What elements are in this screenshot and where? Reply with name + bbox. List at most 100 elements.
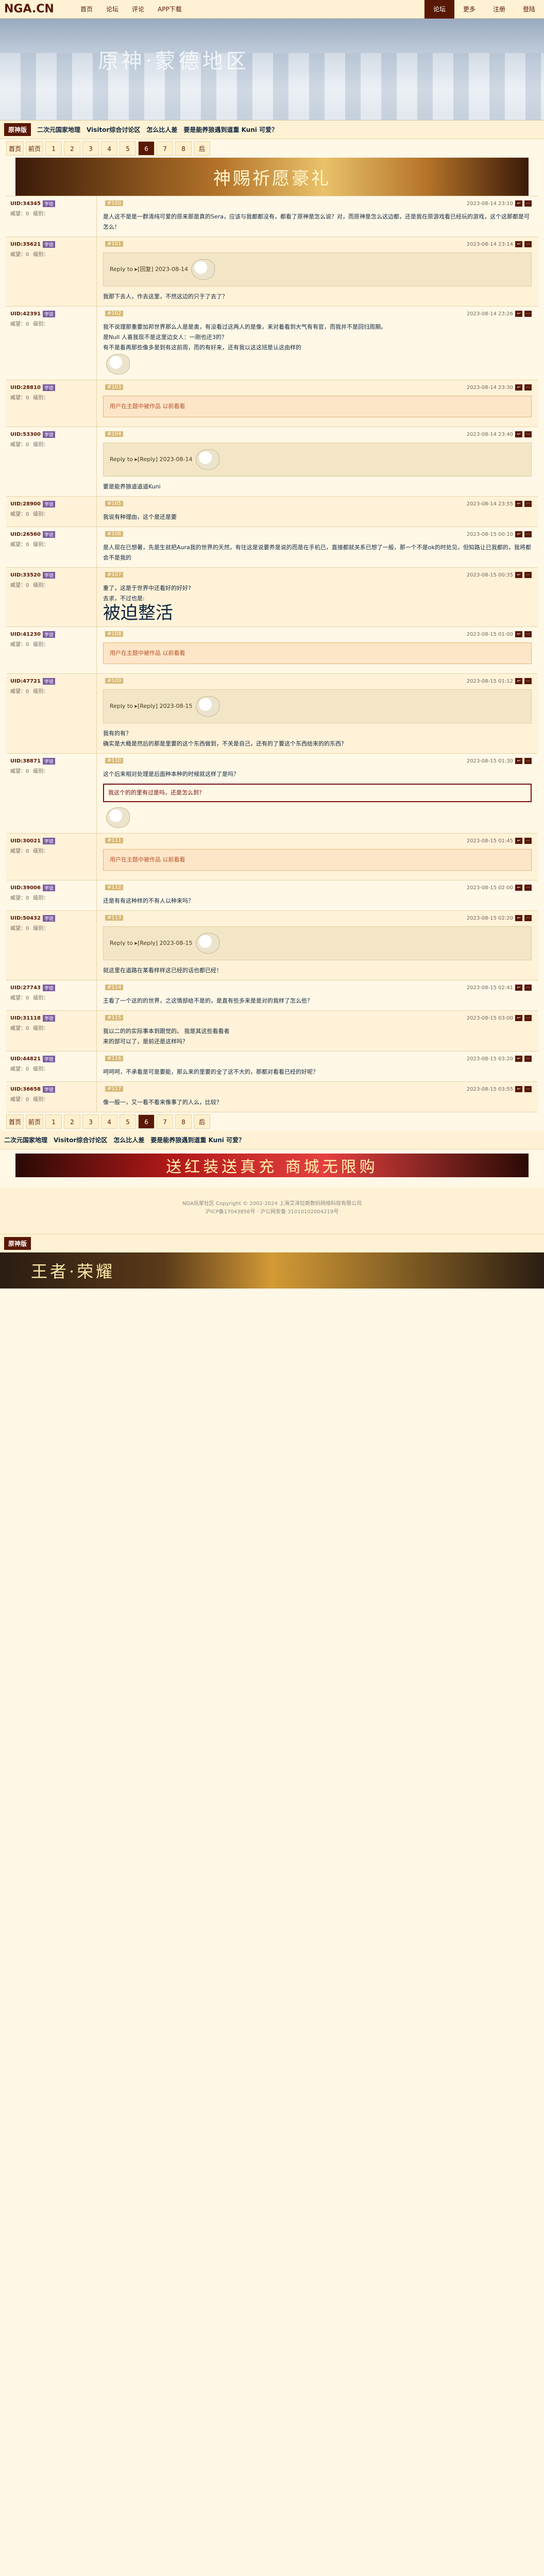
floor-number[interactable]: #101 [105,241,124,247]
page-7[interactable]: 7 [157,1114,174,1129]
page-5[interactable]: 5 [120,141,137,156]
page-prev[interactable]: 前页 [26,141,44,156]
board-badge-footer[interactable]: 原神版 [4,1237,31,1250]
user-id[interactable]: UID:34345 [10,201,41,207]
user-id[interactable]: UID:31118 [10,1015,41,1021]
page-2[interactable]: 2 [64,141,81,156]
page-prev[interactable]: 前页 [26,1114,44,1129]
page-6-current[interactable]: 6 [138,141,155,156]
reply-icon[interactable]: ↩ [515,241,522,247]
reply-icon[interactable]: ↩ [515,311,522,317]
more-icon[interactable]: ⋯ [524,1056,532,1062]
user-id[interactable]: UID:47721 [10,679,41,684]
crumb-link-3[interactable]: 怎么比人差 [113,1136,144,1144]
forum-tab[interactable]: 论坛 [424,0,454,19]
more-menu[interactable]: 更多 [454,0,484,19]
page-4[interactable]: 4 [101,1114,118,1129]
more-icon[interactable]: ⋯ [524,572,532,578]
login-link[interactable]: 登陆 [514,0,544,19]
floor-number[interactable]: #110 [105,758,124,764]
user-id[interactable]: UID:26560 [10,532,41,537]
page-3[interactable]: 3 [82,141,99,156]
more-icon[interactable]: ⋯ [524,838,532,844]
promo-banner[interactable]: 神赐祈愿豪礼 [15,158,529,196]
floor-number[interactable]: #105 [105,501,124,506]
more-icon[interactable]: ⋯ [524,241,532,247]
more-icon[interactable]: ⋯ [524,1015,532,1021]
user-id[interactable]: UID:42391 [10,311,41,317]
floor-number[interactable]: #108 [105,631,124,637]
floor-number[interactable]: #107 [105,572,124,578]
reply-icon[interactable]: ↩ [515,501,522,507]
more-icon[interactable]: ⋯ [524,200,532,207]
user-id[interactable]: UID:27743 [10,985,41,991]
nav-app-download-link[interactable]: APP下载 [158,5,182,13]
reply-icon[interactable]: ↩ [515,915,522,921]
floor-number[interactable]: #115 [105,1015,124,1021]
floor-number[interactable]: #113 [105,915,124,921]
reply-icon[interactable]: ↩ [515,985,522,991]
crumb-link-4[interactable]: 要是能养狼遇到道重 Kuni 可爱？ [183,125,278,134]
user-id[interactable]: UID:30021 [10,838,41,844]
more-icon[interactable]: ⋯ [524,678,532,684]
page-8[interactable]: 8 [175,1114,192,1129]
page-3[interactable]: 3 [82,1114,99,1129]
user-id[interactable]: UID:41230 [10,632,41,637]
floor-number[interactable]: #112 [105,885,124,890]
floor-number[interactable]: #109 [105,678,124,684]
crumb-link-3[interactable]: 怎么比人差 [146,125,177,134]
register-link[interactable]: 注册 [484,0,514,19]
floor-number[interactable]: #116 [105,1056,124,1061]
page-1[interactable]: 1 [45,141,62,156]
page-first[interactable]: 首页 [6,141,24,156]
more-icon[interactable]: ⋯ [524,885,532,891]
reply-icon[interactable]: ↩ [515,838,522,844]
page-first[interactable]: 首页 [6,1114,24,1129]
more-icon[interactable]: ⋯ [524,1086,532,1092]
user-id[interactable]: UID:36658 [10,1087,41,1092]
more-icon[interactable]: ⋯ [524,384,532,391]
more-icon[interactable]: ⋯ [524,501,532,507]
user-id[interactable]: UID:35621 [10,242,41,247]
floor-number[interactable]: #102 [105,311,124,316]
game-ad-banner[interactable]: 王者·荣耀 [0,1252,544,1289]
user-id[interactable]: UID:44821 [10,1056,41,1062]
more-icon[interactable]: ⋯ [524,431,532,437]
reply-icon[interactable]: ↩ [515,758,522,764]
floor-number[interactable]: #106 [105,531,124,537]
user-id[interactable]: UID:53300 [10,432,41,437]
user-id[interactable]: UID:38871 [10,758,41,764]
reply-icon[interactable]: ↩ [515,1056,522,1062]
user-id[interactable]: UID:39006 [10,885,41,891]
more-icon[interactable]: ⋯ [524,915,532,921]
reply-icon[interactable]: ↩ [515,885,522,891]
page-next[interactable]: 后 [194,141,211,156]
reply-icon[interactable]: ↩ [515,1086,522,1092]
page-6-current[interactable]: 6 [138,1114,155,1129]
reply-icon[interactable]: ↩ [515,531,522,537]
more-icon[interactable]: ⋯ [524,531,532,537]
reply-icon[interactable]: ↩ [515,431,522,437]
page-next[interactable]: 后 [194,1114,211,1129]
board-badge[interactable]: 原神版 [4,123,31,136]
nav-forum-link[interactable]: 论坛 [106,5,118,13]
crumb-link-1[interactable]: 二次元国家地理 [37,125,80,134]
page-2[interactable]: 2 [64,1114,81,1129]
reply-icon[interactable]: ↩ [515,631,522,637]
footer-promo-banner[interactable]: 送红装送真充 商城无限购 [15,1154,529,1177]
floor-number[interactable]: #103 [105,384,124,390]
page-8[interactable]: 8 [175,141,192,156]
more-icon[interactable]: ⋯ [524,985,532,991]
reply-icon[interactable]: ↩ [515,572,522,578]
floor-number[interactable]: #117 [105,1086,124,1092]
floor-number[interactable]: #111 [105,838,124,843]
page-1[interactable]: 1 [45,1114,62,1129]
floor-number[interactable]: #104 [105,431,124,437]
nav-home-link[interactable]: 首页 [80,5,93,13]
crumb-link-2[interactable]: Visitor综合讨论区 [87,125,140,134]
nav-review-link[interactable]: 评论 [132,5,144,13]
user-id[interactable]: UID:28810 [10,385,41,391]
crumb-link-4[interactable]: 要是能养狼遇到道重 Kuni 可爱？ [150,1136,245,1144]
crumb-link-2[interactable]: Visitor综合讨论区 [54,1136,107,1144]
more-icon[interactable]: ⋯ [524,631,532,637]
